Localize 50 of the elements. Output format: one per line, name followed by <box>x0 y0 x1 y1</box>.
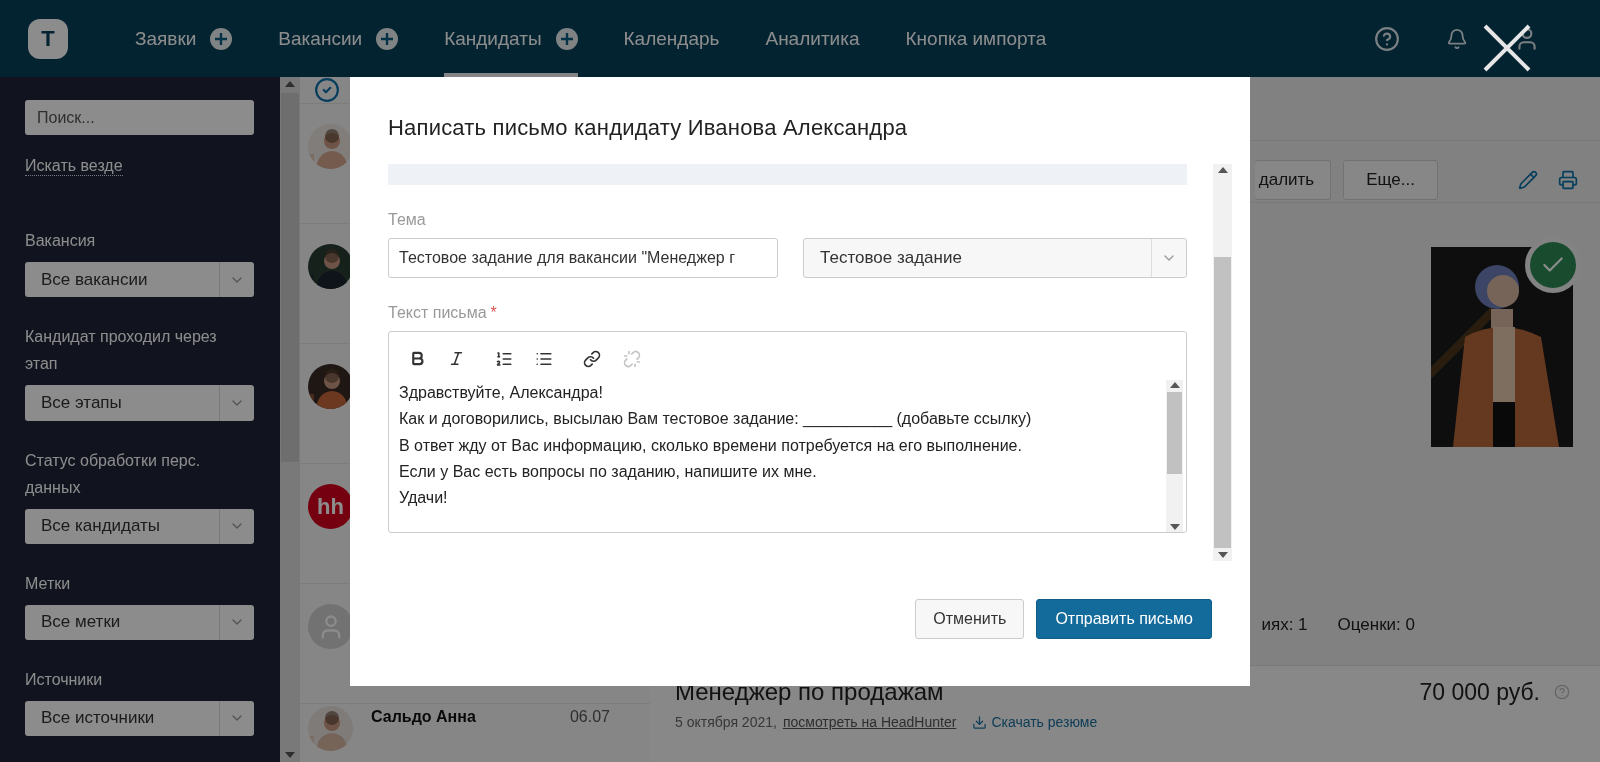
filter-label: Кандидат проходил через этап <box>25 327 218 375</box>
body-label: Текст письма * <box>388 304 498 322</box>
filter-select[interactable]: Все этапы <box>25 385 254 421</box>
candidate-row[interactable]: Сальдо Анна 06.07 <box>300 704 650 762</box>
message-line: Здравствуйте, Александра! <box>399 383 604 403</box>
message-line: Как и договорились, высылаю Вам тестовое задание: __________ (добавьте ссылку) <box>399 409 1033 430</box>
source-avatar: hh <box>308 484 353 529</box>
nav-tab[interactable]: Календарь <box>623 0 720 77</box>
candidate-name: Сальдо Анна <box>371 708 476 727</box>
filter-select[interactable]: Все метки <box>25 604 254 640</box>
nav-tab[interactable]: Заявки <box>135 0 233 77</box>
search-everywhere-link[interactable]: Искать везде <box>25 157 123 177</box>
filter-select[interactable]: Все кандидаты <box>25 508 254 544</box>
nav-tab[interactable]: Аналитика <box>765 0 860 77</box>
nav-tab[interactable]: Вакансии <box>278 0 399 77</box>
subject-label: Тема <box>388 211 427 229</box>
filter-label: Источники <box>25 669 104 690</box>
nav-tab[interactable]: Кнопка импорта <box>905 0 1047 77</box>
message-line: В ответ жду от Вас информацию, сколько времени потребуется на его выполнение. <box>399 435 1023 456</box>
stat-text: иях: 1 <box>1261 615 1308 635</box>
filter-select[interactable]: Все источники <box>25 700 254 737</box>
send-button[interactable]: Отправить письмо <box>1036 599 1212 639</box>
template-select[interactable]: Тестовое задание <box>803 238 1187 278</box>
headhunter-link[interactable]: посмотреть на HeadHunter <box>782 714 957 730</box>
cancel-button[interactable]: Отменить <box>915 599 1025 639</box>
filter-label: Вакансия <box>25 231 97 252</box>
nav-tab-label: Заявки <box>135 27 197 50</box>
candidate-date: 06.07 <box>569 708 610 727</box>
stat-text: Оценки: 0 <box>1337 615 1415 635</box>
action-button[interactable]: далить <box>1254 159 1332 200</box>
message-line: Удачи! <box>399 488 449 509</box>
nav-tab-label: Аналитика <box>765 27 860 50</box>
nav-tab-label: Календарь <box>623 27 720 50</box>
action-button[interactable]: Еще... <box>1343 159 1438 200</box>
search-field[interactable]: Поиск... <box>25 100 254 136</box>
filter-select[interactable]: Все вакансии <box>25 262 254 298</box>
filter-label: Метки <box>25 573 72 594</box>
download-link[interactable]: Скачать резюме <box>972 714 1098 730</box>
salary: 70 000 руб. <box>1419 678 1540 706</box>
vacancy-date: 5 октября 2021, <box>675 714 777 730</box>
nav-tab-label: Кнопка импорта <box>905 27 1047 50</box>
logo[interactable]: T <box>28 18 68 59</box>
dialog-title: Написать письмо кандидату Иванова Александра <box>388 115 909 141</box>
nav-tab-label: Вакансии <box>278 27 363 50</box>
subject-field[interactable]: Тестовое задание для вакансии "Менеджер г <box>388 238 778 278</box>
vacancy-title: Менеджер по продажам <box>675 678 944 706</box>
message-line: Если у Вас есть вопросы по заданию, напишите их мне. <box>399 461 818 482</box>
filter-label: Статус обработки перс. данных <box>25 450 202 498</box>
nav-tab-label: Кандидаты <box>444 27 542 50</box>
required-mark: * <box>490 304 497 321</box>
